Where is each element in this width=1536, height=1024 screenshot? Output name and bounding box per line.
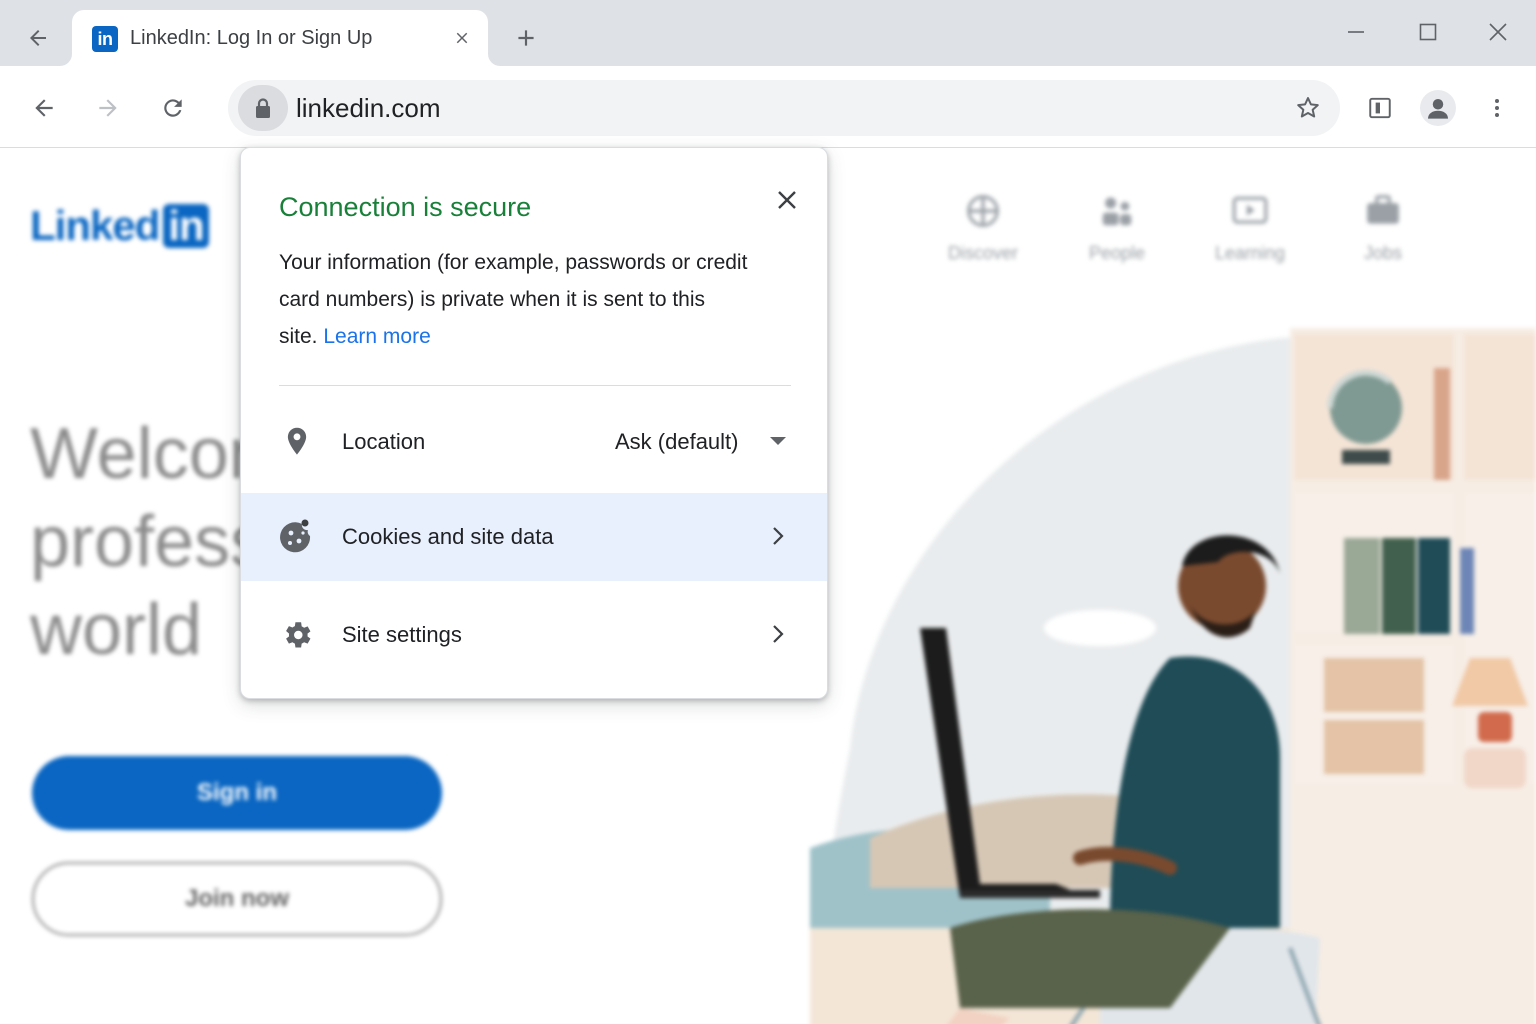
avatar: [1420, 90, 1456, 126]
hero-line: profess: [30, 502, 267, 582]
back-button[interactable]: [24, 88, 64, 128]
reload-icon: [164, 99, 182, 117]
address-bar[interactable]: linkedin.com: [228, 80, 1340, 136]
forward-button[interactable]: [88, 88, 128, 128]
divider: [279, 385, 791, 386]
minimize-icon: [1348, 31, 1364, 33]
side-panel-icon: [1369, 97, 1391, 119]
nav-label: Jobs: [1363, 243, 1403, 263]
close-icon: [778, 191, 796, 209]
cookies-site-data-row[interactable]: Cookies and site data: [241, 493, 827, 581]
close-icon: [456, 32, 468, 44]
maximize-icon: [1419, 23, 1437, 41]
arrow-left-icon: [35, 99, 53, 117]
hero-illustration: [810, 328, 1536, 1024]
nav-jobs[interactable]: Jobs: [1328, 192, 1438, 264]
more-vertical-icon: [1495, 99, 1499, 117]
nav-label: Learning: [1214, 243, 1286, 263]
cookie-icon: [279, 519, 315, 555]
people-icon: [1102, 197, 1132, 226]
popup-description: Your information (for example, passwords…: [279, 244, 749, 355]
hero-line: Welcor: [30, 414, 253, 494]
side-panel-button[interactable]: [1360, 88, 1400, 128]
nav-people[interactable]: People: [1062, 192, 1172, 264]
briefcase-icon: [1367, 195, 1399, 224]
star-icon: [1297, 97, 1319, 118]
popup-close-button[interactable]: [767, 180, 807, 220]
site-settings-label: Site settings: [342, 622, 462, 647]
nav-discover[interactable]: Discover: [928, 192, 1038, 264]
tab-title: LinkedIn: Log In or Sign Up: [130, 27, 373, 49]
arrow-right-icon: [99, 99, 117, 117]
tab-strip: in LinkedIn: Log In or Sign Up: [0, 0, 1536, 66]
lock-icon: [256, 98, 270, 118]
join-now-button[interactable]: Join now: [32, 862, 442, 936]
location-pin-icon: [279, 424, 315, 460]
nav-learning[interactable]: Learning: [1195, 192, 1305, 264]
hero-heading: Welcor profess world: [30, 410, 266, 674]
chevron-right-icon: [763, 521, 793, 551]
close-icon: [1489, 23, 1507, 41]
minimize-button[interactable]: [1336, 14, 1376, 50]
site-info-popup: Connection is secure Your information (f…: [240, 147, 828, 699]
location-permission-row[interactable]: Location Ask (default): [241, 398, 827, 486]
gear-icon: [279, 617, 315, 653]
browser-toolbar: linkedin.com: [0, 66, 1536, 148]
logo-in-box: in: [163, 204, 209, 248]
plus-icon: [518, 30, 534, 46]
bookmark-button[interactable]: [1290, 90, 1326, 126]
nav-label: People: [1088, 243, 1146, 263]
site-settings-row[interactable]: Site settings: [241, 591, 827, 679]
location-select[interactable]: Ask (default): [615, 429, 739, 455]
reload-button[interactable]: [153, 88, 193, 128]
learning-icon: [1232, 196, 1268, 224]
url-text: linkedin.com: [296, 93, 441, 123]
tab-linkedin[interactable]: in LinkedIn: Log In or Sign Up: [72, 10, 488, 66]
tab-close-button[interactable]: [448, 24, 476, 52]
compass-icon: [967, 195, 999, 227]
person-icon: [1428, 99, 1448, 119]
linkedin-favicon-icon: in: [92, 26, 118, 52]
maximize-button[interactable]: [1408, 14, 1448, 50]
linkedin-logo[interactable]: Linked in: [30, 202, 209, 250]
hero-line: world: [30, 590, 203, 670]
close-window-button[interactable]: [1478, 14, 1518, 50]
chevron-right-icon: [763, 619, 793, 649]
arrow-left-icon: [30, 30, 46, 46]
popup-title: Connection is secure: [279, 192, 532, 222]
learn-more-link[interactable]: Learn more: [323, 325, 430, 348]
location-label: Location: [342, 429, 426, 454]
cookies-label: Cookies and site data: [342, 524, 554, 549]
nav-label: Discover: [947, 243, 1018, 263]
new-tab-button[interactable]: [508, 20, 544, 56]
logo-text: Linked: [30, 202, 160, 249]
dropdown-caret-icon[interactable]: [763, 426, 793, 456]
site-info-button[interactable]: [238, 85, 288, 131]
chrome-menu-button[interactable]: [1477, 88, 1517, 128]
tab-search-back-button[interactable]: [20, 20, 56, 56]
sign-in-button[interactable]: Sign in: [32, 756, 442, 830]
profile-button[interactable]: [1418, 88, 1458, 128]
